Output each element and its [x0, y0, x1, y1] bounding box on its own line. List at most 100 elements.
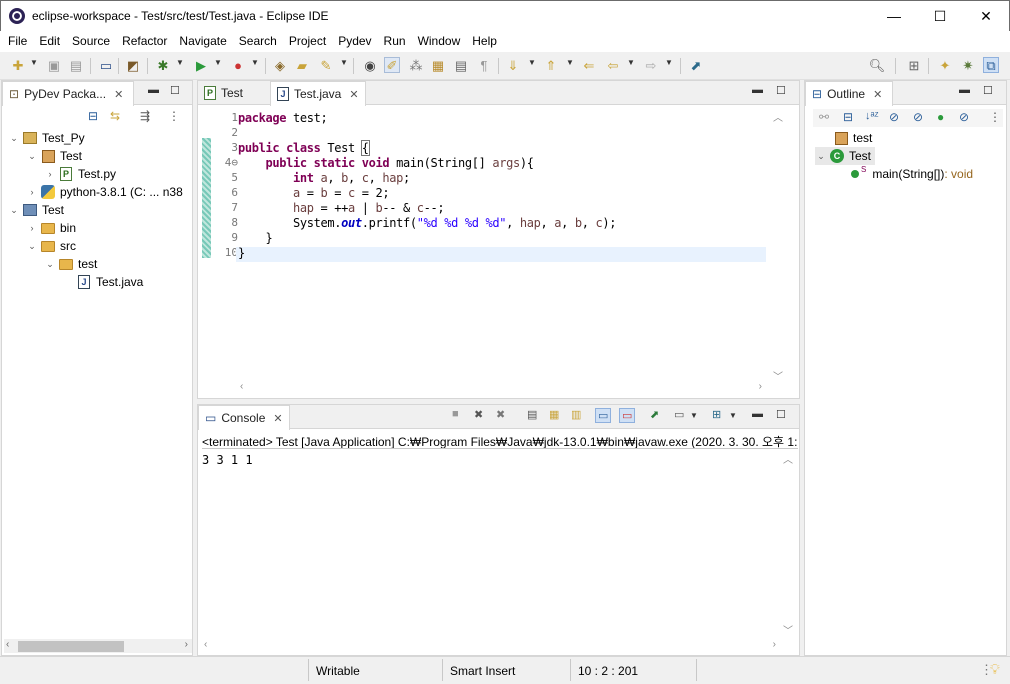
- menu-refactor[interactable]: Refactor: [116, 34, 173, 48]
- run-icon[interactable]: ▶: [193, 57, 209, 73]
- hide-nonpublic-icon[interactable]: ●: [937, 110, 944, 124]
- debug-icon[interactable]: ✱: [155, 57, 171, 73]
- expanded-icon[interactable]: ⌄: [44, 259, 56, 270]
- show-console-on-error-icon[interactable]: ▭: [619, 408, 636, 423]
- scroll-right-icon[interactable]: ›: [773, 639, 776, 650]
- code-editor[interactable]: package test; public class Test { public …: [238, 111, 766, 377]
- display-console-icon[interactable]: ▭: [674, 408, 684, 421]
- scroll-lock-icon[interactable]: ▦: [549, 408, 559, 421]
- filters-icon[interactable]: ⇶: [140, 109, 150, 123]
- close-tab-icon[interactable]: ✕: [114, 88, 123, 101]
- menu-source[interactable]: Source: [66, 34, 116, 48]
- scroll-down-icon[interactable]: ﹀: [773, 368, 783, 383]
- outline-item-package[interactable]: test: [831, 129, 872, 147]
- scroll-thumb[interactable]: [18, 641, 124, 652]
- expanded-icon[interactable]: ⌄: [815, 151, 827, 162]
- tab-console[interactable]: ▭ Console ✕: [198, 405, 290, 430]
- code-line[interactable]: package test;: [238, 111, 328, 125]
- scroll-up-icon[interactable]: ︿: [783, 451, 793, 466]
- scroll-down-icon[interactable]: ﹀: [783, 622, 793, 637]
- pencil-icon[interactable]: ✎: [318, 57, 334, 73]
- close-button[interactable]: ✕: [963, 1, 1009, 31]
- open-perspective-icon[interactable]: ◩: [125, 57, 141, 73]
- paragraph-icon[interactable]: ¶: [476, 57, 492, 73]
- scroll-left-icon[interactable]: ‹: [240, 381, 243, 392]
- console-hscrollbar[interactable]: ‹ ›: [202, 639, 780, 653]
- package-explorer-hscrollbar[interactable]: ‹ ›: [4, 639, 192, 653]
- scroll-up-icon[interactable]: ︿: [773, 109, 783, 124]
- scroll-left-icon[interactable]: ‹: [204, 639, 207, 650]
- tab-test-java[interactable]: J Test.java ✕: [270, 81, 366, 106]
- tab-test-py[interactable]: P Test: [198, 81, 270, 105]
- debug-perspective-icon[interactable]: ✷: [960, 57, 976, 73]
- menu-project[interactable]: Project: [283, 34, 332, 48]
- menu-run[interactable]: Run: [378, 34, 412, 48]
- link-editor-icon[interactable]: ⚯: [819, 110, 829, 124]
- minimize-outline-icon[interactable]: ▬: [959, 84, 970, 96]
- maximize-console-icon[interactable]: ☐: [776, 408, 786, 421]
- save-all-icon[interactable]: ▤: [68, 57, 84, 73]
- highlight-icon[interactable]: ✐: [384, 57, 400, 73]
- show-console-on-output-icon[interactable]: ▭: [595, 408, 612, 423]
- display-console-dropdown-icon[interactable]: ▼: [690, 411, 698, 420]
- tree-item-test-java-project[interactable]: ⌄ Test: [8, 201, 64, 219]
- forward-dropdown-icon[interactable]: ▼: [665, 58, 673, 67]
- forward-icon[interactable]: ⇨: [643, 57, 659, 73]
- terminate-icon[interactable]: ■: [452, 408, 459, 420]
- scroll-right-icon[interactable]: ›: [185, 639, 188, 650]
- run-external-icon[interactable]: ●: [230, 57, 246, 73]
- annotation-icon[interactable]: ◉: [362, 57, 378, 73]
- code-line[interactable]: public static void main(String[] args){: [238, 156, 534, 170]
- maximize-outline-icon[interactable]: ☐: [983, 84, 993, 97]
- external-dropdown-icon[interactable]: ▼: [251, 58, 259, 67]
- menu-edit[interactable]: Edit: [33, 34, 66, 48]
- run-dropdown-icon[interactable]: ▼: [214, 58, 222, 67]
- next-annotation-icon[interactable]: ⇓: [505, 57, 521, 73]
- debug-dropdown-icon[interactable]: ▼: [176, 58, 184, 67]
- menu-pydev[interactable]: Pydev: [332, 34, 377, 48]
- tips-lightbulb-icon[interactable]: 💡︎: [990, 661, 1000, 678]
- minimize-editor-icon[interactable]: ▬: [752, 84, 763, 96]
- maximize-editor-icon[interactable]: ☐: [776, 84, 786, 97]
- menu-window[interactable]: Window: [412, 34, 467, 48]
- expanded-icon[interactable]: ⌄: [8, 133, 20, 144]
- code-line[interactable]: System.out.printf("%d %d %d %d", hap, a,…: [238, 216, 616, 230]
- outline-item-class[interactable]: ⌄ C Test: [815, 147, 876, 165]
- last-edit-icon[interactable]: ⇐: [581, 57, 597, 73]
- mark-occurrences-icon[interactable]: ⁂: [408, 57, 424, 73]
- new-icon[interactable]: ✚: [10, 57, 26, 73]
- minimize-button[interactable]: —: [871, 1, 917, 31]
- back-icon[interactable]: ⇦: [605, 57, 621, 73]
- open-console-dropdown-icon[interactable]: ▼: [729, 411, 737, 420]
- tree-item-test-py[interactable]: › P Test.py: [44, 165, 116, 183]
- open-console-icon[interactable]: ⊞: [712, 408, 721, 421]
- expanded-icon[interactable]: ⌄: [8, 205, 20, 216]
- code-line[interactable]: }: [238, 246, 245, 260]
- open-folder-icon[interactable]: ▰: [294, 57, 310, 73]
- menu-file[interactable]: File: [2, 34, 33, 48]
- prev-annotation-dropdown-icon[interactable]: ▼: [566, 58, 574, 67]
- tree-item-test-py-project[interactable]: ⌄ Test_Py: [8, 129, 84, 147]
- tree-item-python-interpreter[interactable]: › python-3.8.1 (C: ... n38: [26, 183, 183, 201]
- show-whitespace-icon[interactable]: ▤: [453, 57, 469, 73]
- back-dropdown-icon[interactable]: ▼: [627, 58, 635, 67]
- tree-item-src[interactable]: ⌄ src: [26, 237, 76, 255]
- sort-icon[interactable]: ↓ᵃᶻ: [865, 110, 879, 122]
- code-line[interactable]: hap = ++a | b-- & c--;: [238, 201, 445, 215]
- scroll-right-icon[interactable]: ›: [759, 381, 762, 392]
- console-vscrollbar[interactable]: ︿ ﹀: [782, 451, 796, 637]
- close-tab-icon[interactable]: ✕: [873, 88, 882, 101]
- expanded-icon[interactable]: ⌄: [26, 151, 38, 162]
- editor-vscrollbar[interactable]: ︿ ﹀: [772, 109, 786, 383]
- menu-search[interactable]: Search: [233, 34, 283, 48]
- minimize-console-icon[interactable]: ▬: [752, 408, 763, 420]
- hide-fields-icon[interactable]: ⊘: [889, 110, 899, 124]
- tab-package-explorer[interactable]: ⊡ PyDev Packa... ✕: [2, 81, 134, 106]
- perspective-icon[interactable]: ⊞: [906, 57, 922, 73]
- remove-launch-icon[interactable]: ✖: [474, 408, 483, 421]
- scroll-left-icon[interactable]: ‹: [6, 639, 9, 650]
- code-line[interactable]: }: [238, 231, 272, 245]
- new-dropdown-icon[interactable]: ▼: [30, 58, 38, 67]
- word-wrap-icon[interactable]: ▥: [571, 408, 581, 421]
- hide-local-types-icon[interactable]: ⊘: [959, 110, 969, 124]
